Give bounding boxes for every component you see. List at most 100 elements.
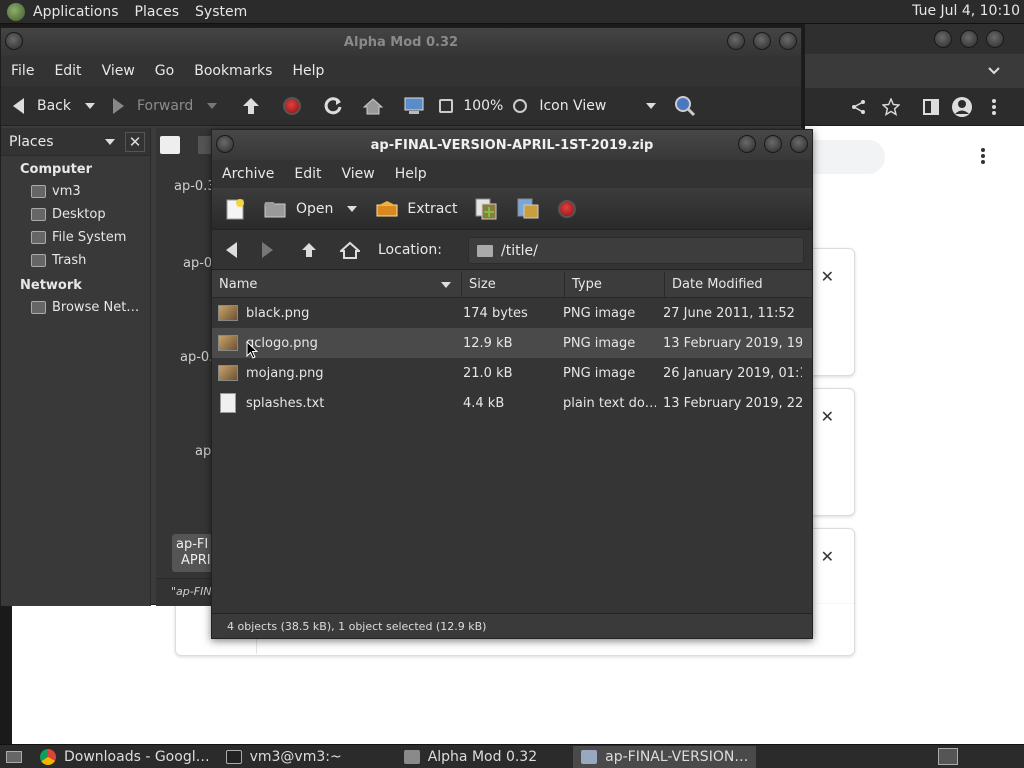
places-menu[interactable]: Places: [127, 4, 188, 20]
file-manager-titlebar[interactable]: Alpha Mod 0.32: [1, 28, 801, 56]
page-more-icon[interactable]: [980, 148, 986, 164]
close-sidebar-icon[interactable]: ✕: [125, 132, 145, 152]
up-arrow-icon[interactable]: [300, 241, 318, 259]
taskbar-item-browser[interactable]: Downloads - Googl…: [32, 746, 218, 768]
zoom-out-icon[interactable]: [439, 98, 454, 113]
clock[interactable]: Tue Jul 4, 10:10: [912, 3, 1020, 19]
menu-go[interactable]: Go: [145, 63, 184, 79]
home-icon[interactable]: [340, 241, 360, 259]
taskbar-item-file-manager[interactable]: Alpha Mod 0.32: [396, 746, 545, 768]
table-row[interactable]: mojang.png 21.0 kB PNG image 26 January …: [212, 358, 812, 388]
minimize-icon[interactable]: [934, 30, 952, 48]
maximize-icon[interactable]: [753, 32, 771, 50]
close-icon[interactable]: [790, 135, 808, 153]
file-icon-label[interactable]: ap-0: [183, 256, 212, 271]
workspace-switcher-icon[interactable]: [938, 748, 958, 765]
sidebar-item-trash[interactable]: Trash: [1, 249, 150, 272]
extract-button[interactable]: Extract: [375, 200, 458, 218]
side-panel-icon[interactable]: [923, 99, 939, 115]
view-mode-select[interactable]: Icon View: [539, 98, 657, 114]
maximize-icon[interactable]: [764, 135, 782, 153]
open-chevron-icon[interactable]: [347, 205, 358, 212]
taskbar-item-archive-manager[interactable]: ap-FINAL-VERSION…: [573, 745, 757, 768]
menu-edit[interactable]: Edit: [44, 63, 91, 79]
close-icon[interactable]: ✕: [821, 267, 834, 286]
archive-manager-titlebar[interactable]: ap-FINAL-VERSION-APRIL-1ST-2019.zip: [212, 130, 812, 160]
stop-icon[interactable]: [557, 199, 576, 218]
forward-history-chevron-icon[interactable]: [207, 102, 218, 109]
home-icon[interactable]: [363, 97, 384, 115]
search-icon[interactable]: [674, 95, 696, 117]
column-size[interactable]: Size: [462, 272, 565, 297]
zoom-in-icon[interactable]: [513, 98, 528, 113]
back-arrow-icon[interactable]: [226, 241, 237, 258]
close-icon[interactable]: [986, 30, 1004, 48]
taskbar-item-terminal[interactable]: vm3@vm3:~: [218, 746, 350, 768]
minimize-icon[interactable]: [727, 32, 745, 50]
sidebar-item-file-system[interactable]: File System: [1, 226, 150, 249]
sidebar-item-desktop[interactable]: Desktop: [1, 203, 150, 226]
up-arrow-icon[interactable]: [241, 96, 261, 116]
close-icon[interactable]: [779, 32, 797, 50]
back-button[interactable]: Back: [13, 97, 95, 114]
location-field[interactable]: /title/: [468, 237, 804, 264]
menu-view[interactable]: View: [92, 63, 145, 79]
forward-arrow-icon[interactable]: [262, 241, 273, 258]
tab-list-chevron-icon[interactable]: [988, 66, 1000, 76]
file-type: PNG image: [563, 305, 636, 321]
sidebar-item-label: File System: [52, 230, 127, 245]
edit-location-icon[interactable]: [160, 136, 180, 154]
computer-icon[interactable]: [403, 96, 425, 116]
table-row[interactable]: gclogo.png 12.9 kB PNG image 13 February…: [212, 328, 812, 358]
file-type: PNG image: [563, 365, 636, 381]
path-left-arrow-icon[interactable]: [198, 136, 212, 154]
table-row[interactable]: black.png 174 bytes PNG image 27 June 20…: [212, 298, 812, 328]
minimize-icon[interactable]: [738, 135, 756, 153]
browser-menu-icon[interactable]: [991, 99, 997, 115]
add-files-icon[interactable]: [474, 197, 498, 221]
forward-button[interactable]: Forward: [113, 97, 218, 114]
close-icon[interactable]: ✕: [821, 547, 834, 566]
close-icon[interactable]: ✕: [821, 407, 834, 426]
file-manager-statusbar: "ap-FIN: [156, 578, 212, 606]
open-button[interactable]: Open: [264, 200, 358, 218]
file-icon-label[interactable]: ap-0.3: [174, 179, 216, 194]
share-icon[interactable]: [851, 99, 867, 115]
menu-file[interactable]: File: [1, 63, 44, 79]
sidebar-item-label: Desktop: [52, 207, 106, 222]
menu-archive[interactable]: Archive: [212, 166, 284, 182]
column-date-modified[interactable]: Date Modified: [665, 272, 812, 297]
distro-logo-icon[interactable]: [7, 2, 25, 21]
menu-edit[interactable]: Edit: [284, 166, 331, 182]
column-type[interactable]: Type: [565, 272, 665, 297]
system-menu[interactable]: System: [187, 4, 255, 20]
sidebar-item-vm3[interactable]: vm3: [1, 180, 150, 203]
table-row[interactable]: splashes.txt 4.4 kB plain text do… 13 Fe…: [212, 388, 812, 418]
terminal-icon: [225, 749, 242, 764]
menu-view[interactable]: View: [332, 166, 385, 182]
window-menu-icon[interactable]: [216, 135, 234, 153]
places-selector-label[interactable]: Places: [9, 134, 54, 150]
search-bar[interactable]: [805, 140, 885, 174]
menu-bookmarks[interactable]: Bookmarks: [184, 63, 282, 79]
window-menu-icon[interactable]: [5, 32, 23, 50]
applications-menu[interactable]: Applications: [25, 4, 127, 20]
file-icon-label[interactable]: ap-0.: [180, 350, 213, 365]
file-icon-label[interactable]: ap-FI: [176, 537, 208, 552]
reload-icon[interactable]: [323, 96, 343, 116]
places-selector-chevron-icon[interactable]: [105, 139, 115, 145]
file-icon-label[interactable]: APRI: [181, 553, 211, 568]
sidebar-item-browse-network[interactable]: Browse Net…: [1, 296, 150, 319]
menu-help[interactable]: Help: [282, 63, 334, 79]
menu-help[interactable]: Help: [385, 166, 437, 182]
stop-icon[interactable]: [283, 96, 302, 115]
back-history-chevron-icon[interactable]: [85, 102, 95, 109]
maximize-icon[interactable]: [960, 30, 978, 48]
column-name[interactable]: Name: [212, 272, 462, 297]
sidebar-item-label: Trash: [52, 253, 87, 268]
add-folder-icon[interactable]: [516, 197, 540, 221]
new-archive-icon[interactable]: [224, 198, 246, 220]
bookmark-star-icon[interactable]: [882, 98, 900, 116]
show-desktop-icon[interactable]: [6, 750, 22, 763]
profile-avatar-icon[interactable]: [951, 96, 973, 118]
